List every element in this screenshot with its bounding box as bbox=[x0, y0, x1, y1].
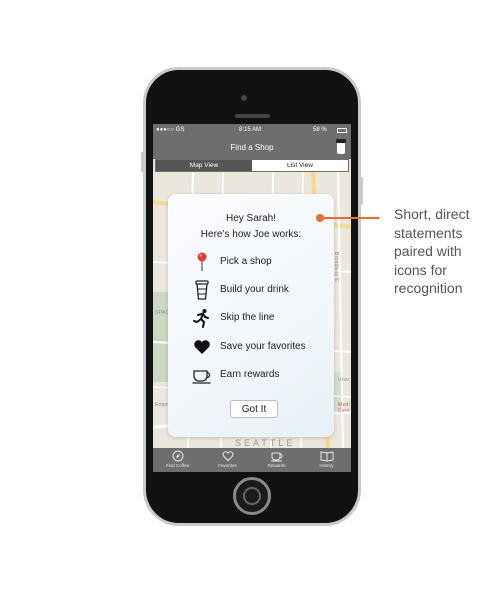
runner-icon bbox=[193, 309, 209, 328]
tab-label-find-coffee: Find Coffee bbox=[165, 463, 190, 468]
list-view-tab[interactable]: List View bbox=[252, 160, 348, 171]
step-label-earn-rewards: Earn rewards bbox=[220, 369, 280, 380]
tab-history[interactable]: History bbox=[302, 450, 351, 472]
page-title: Find a Shop bbox=[230, 143, 274, 152]
coffee-cup-icon bbox=[192, 370, 211, 384]
rewards-cup-icon bbox=[270, 452, 282, 462]
step-label-skip-line: Skip the line bbox=[220, 312, 275, 323]
status-bar: ●●●○○ GS 8:15 AM 58 % bbox=[153, 124, 351, 137]
side-button-left bbox=[141, 152, 144, 172]
card-greeting: Hey Sarah! bbox=[225, 213, 277, 224]
compass-icon bbox=[172, 450, 183, 462]
view-segmented-control: Map View List View bbox=[155, 159, 349, 172]
annotation-text: Short, direct statements paired with ico… bbox=[394, 206, 470, 296]
annotation-dot bbox=[316, 214, 324, 222]
tab-find-coffee[interactable]: Find Coffee bbox=[153, 450, 202, 472]
book-icon bbox=[320, 451, 333, 462]
carrier-signal: ●●●○○ GS bbox=[156, 127, 185, 133]
map-pin-icon bbox=[197, 252, 207, 271]
map-label-univ: Univ bbox=[338, 377, 350, 383]
tab-label-favorites: Favorites bbox=[218, 463, 237, 468]
tab-rewards[interactable]: Rewards bbox=[252, 450, 301, 472]
tab-favorites[interactable]: Favorites bbox=[203, 450, 252, 472]
battery-icon bbox=[337, 128, 347, 133]
heart-icon bbox=[194, 340, 210, 354]
cup-icon bbox=[195, 280, 209, 300]
map-label-seattle: SEATTLE bbox=[235, 438, 296, 448]
map-label-cent: Cent bbox=[338, 408, 350, 414]
step-label-pick-shop: Pick a shop bbox=[220, 256, 272, 267]
step-label-save-favorites: Save your favorites bbox=[220, 341, 306, 352]
status-time: 8:15 AM bbox=[239, 127, 262, 133]
side-button-right bbox=[360, 177, 363, 205]
tab-bar: Find Coffee Favorites Rewards History bbox=[153, 448, 351, 472]
tab-label-history: History bbox=[319, 463, 334, 468]
cup-button-icon[interactable] bbox=[336, 139, 346, 154]
front-camera bbox=[241, 95, 247, 101]
got-it-button[interactable]: Got It bbox=[230, 400, 278, 418]
heart-outline-icon bbox=[222, 451, 233, 462]
annotation-leader-line bbox=[323, 217, 379, 219]
step-label-build-drink: Build your drink bbox=[220, 284, 289, 295]
card-subtitle: Here’s how Joe works: bbox=[200, 229, 302, 240]
map-view-tab[interactable]: Map View bbox=[156, 160, 252, 171]
home-button[interactable] bbox=[233, 477, 271, 515]
tab-label-rewards: Rewards bbox=[267, 463, 286, 468]
onboarding-card: Hey Sarah! Here’s how Joe works: Pick a … bbox=[168, 194, 334, 437]
earpiece-speaker bbox=[235, 114, 270, 118]
nav-bar: Find a Shop bbox=[153, 137, 351, 159]
battery-level: 58 % bbox=[313, 127, 327, 133]
